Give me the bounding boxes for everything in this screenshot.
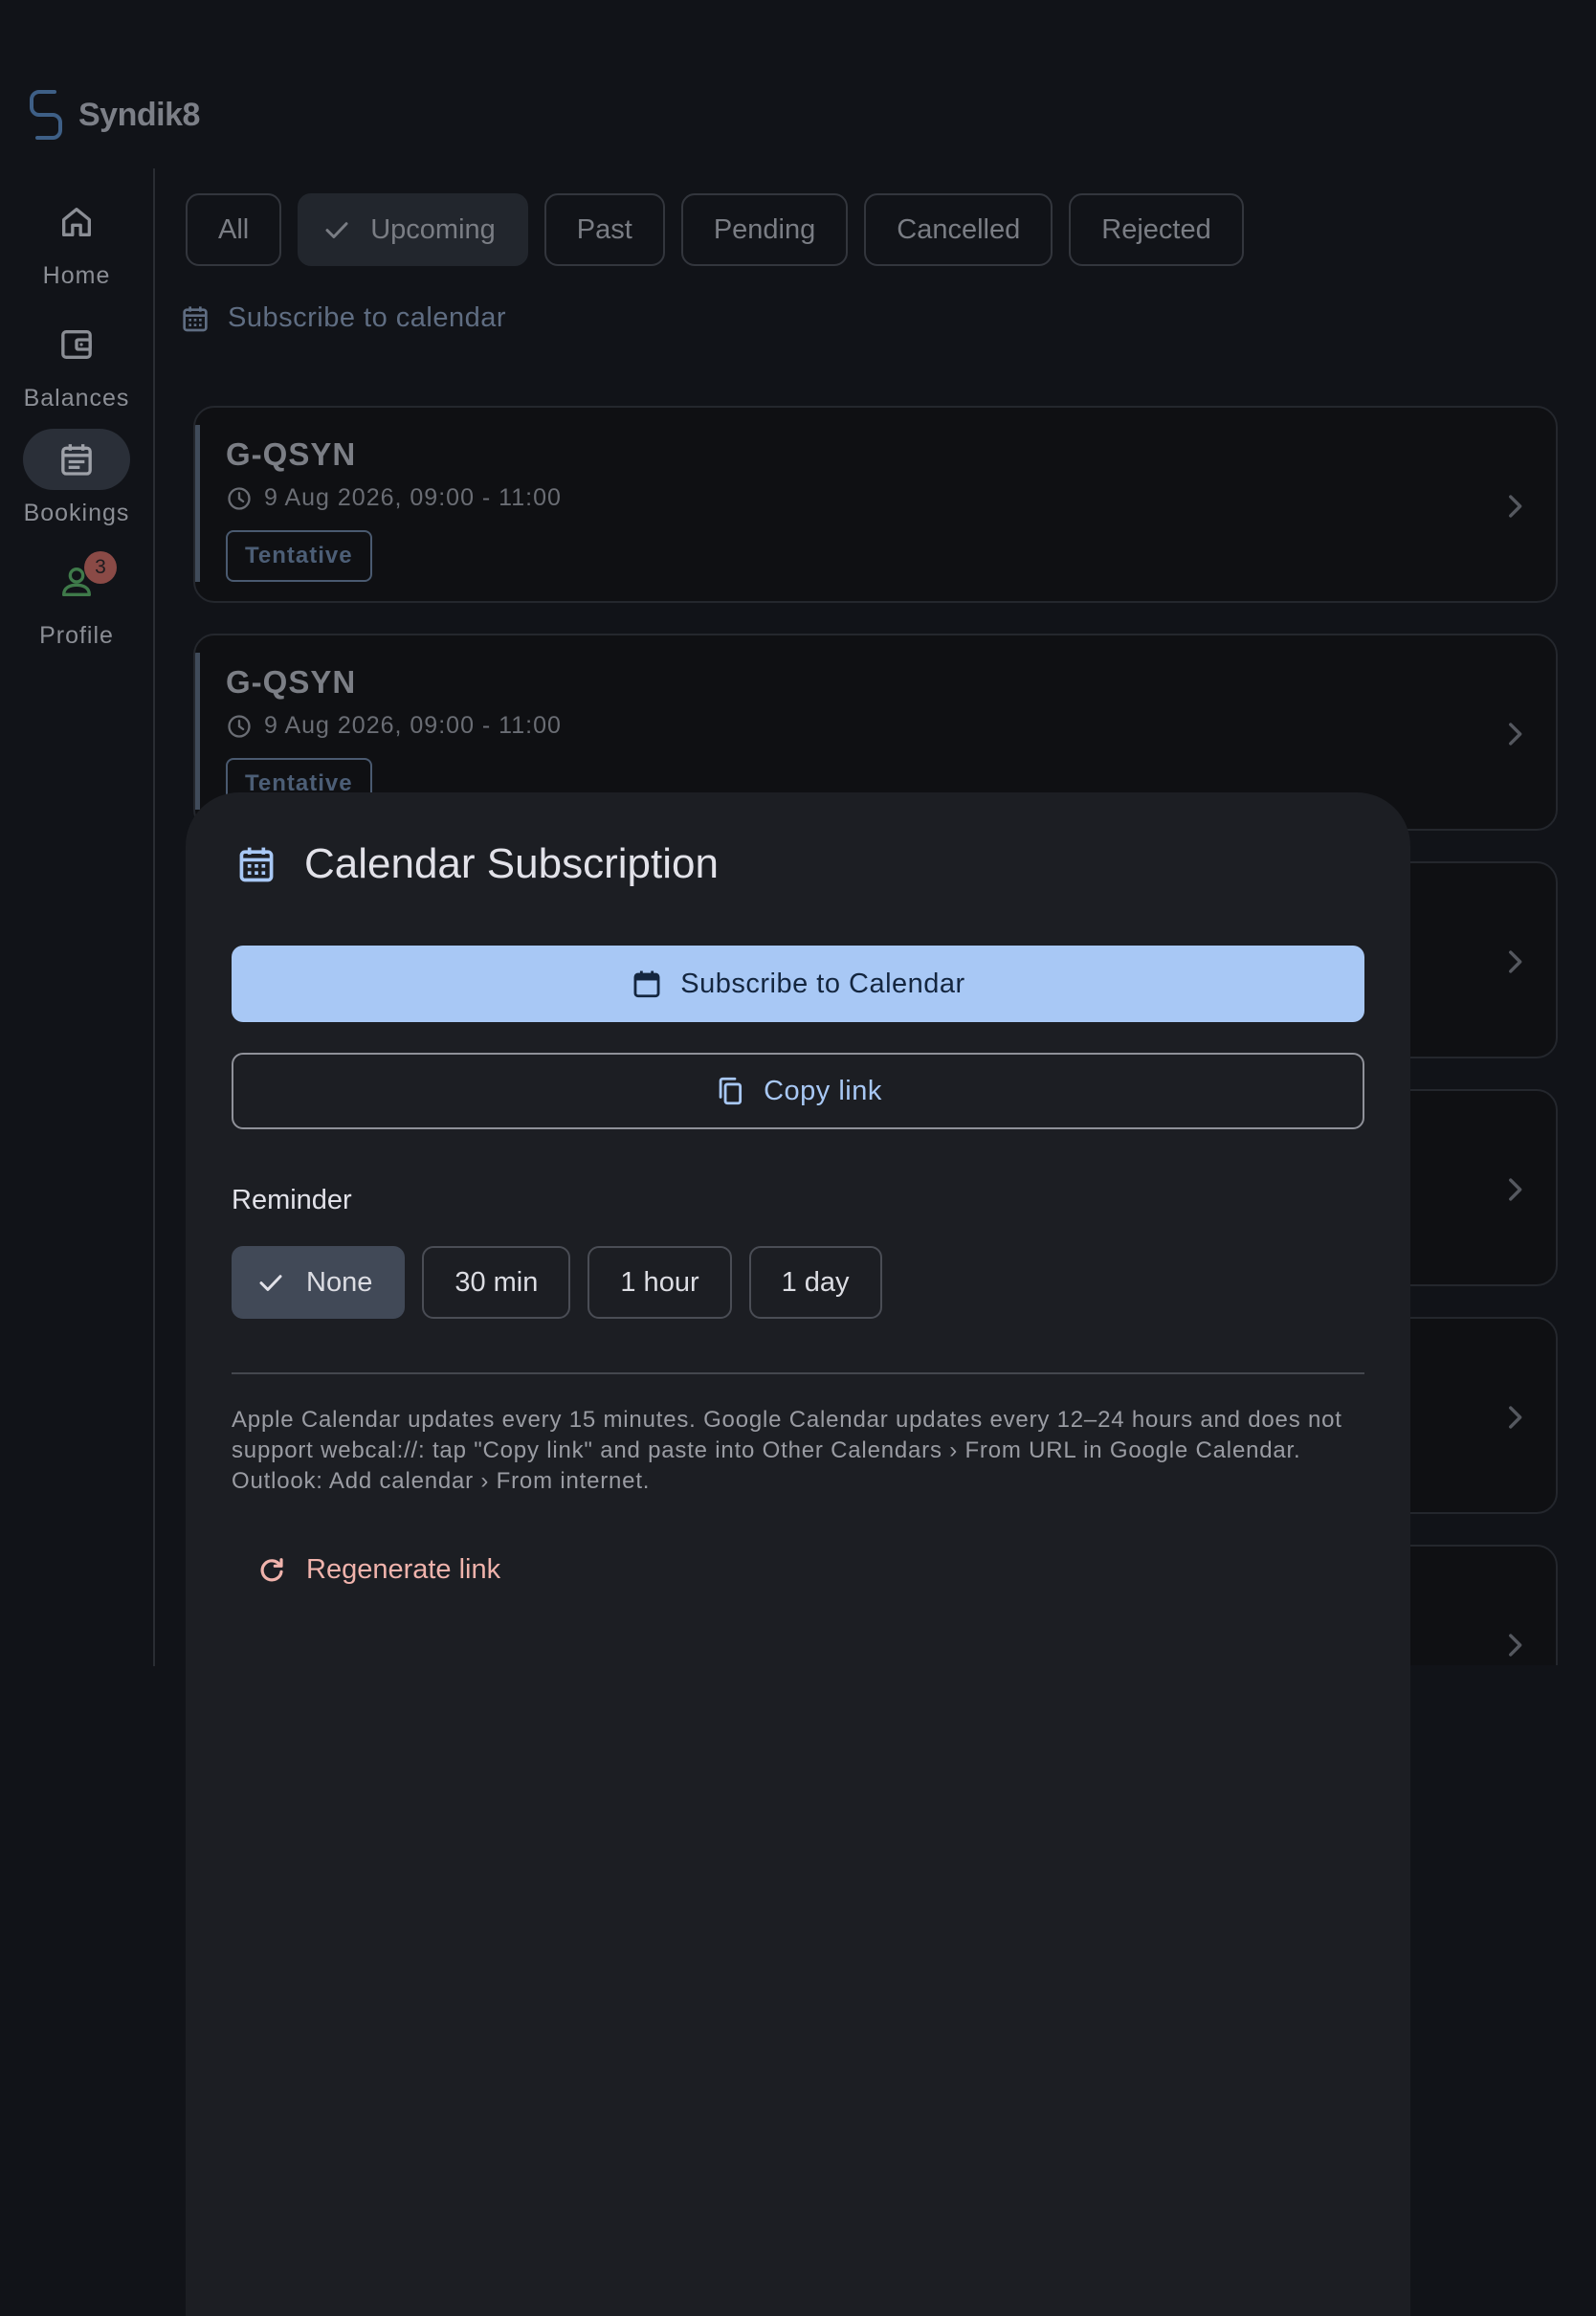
nav-item-balances[interactable]: Balances: [0, 314, 153, 429]
copy-link-button[interactable]: Copy link: [232, 1053, 1364, 1129]
nav-label: Profile: [39, 622, 114, 649]
reminder-label: Reminder: [232, 1185, 352, 1215]
chevron-right-icon: [1509, 1178, 1522, 1201]
subscribe-link-label: Subscribe to calendar: [228, 302, 506, 333]
notification-badge: 3: [84, 551, 117, 584]
booking-time: 9 Aug 2026, 09:00 - 11:00: [226, 712, 562, 740]
nav-label: Bookings: [23, 500, 130, 526]
reminder-options: None 30 min 1 hour 1 day: [232, 1246, 882, 1319]
subscribe-to-calendar-button[interactable]: Subscribe to Calendar: [232, 946, 1364, 1022]
app-name: Syndik8: [78, 96, 200, 133]
calendar-icon: [633, 970, 660, 998]
nav-pill: [23, 191, 130, 253]
check-icon: [325, 222, 348, 238]
chevron-right-icon: [1509, 1406, 1522, 1429]
nav-pill: 3: [23, 551, 130, 612]
filter-chip-rejected[interactable]: Rejected: [1069, 193, 1244, 266]
reminder-chip-30-min[interactable]: 30 min: [422, 1246, 571, 1319]
nav-label: Home: [42, 262, 111, 289]
subscribe-calendar-link[interactable]: Subscribe to calendar: [180, 302, 506, 334]
nav-label: Balances: [23, 385, 130, 412]
calendar-icon: [61, 444, 92, 476]
status-stripe: [195, 653, 200, 810]
app-logo: Syndik8: [29, 88, 200, 142]
calendar-subscription-sheet: Calendar Subscription Subscribe to Calen…: [186, 792, 1410, 2316]
booking-time: 9 Aug 2026, 09:00 - 11:00: [226, 484, 562, 512]
nav-pill-active: [23, 429, 130, 490]
syndik8-logo-icon: [30, 90, 62, 140]
sheet-title-text: Calendar Subscription: [304, 840, 719, 887]
sheet-title: Calendar Subscription: [235, 840, 719, 888]
aircraft-registration: G-QSYN: [226, 436, 357, 472]
nav-item-profile[interactable]: 3 Profile: [0, 551, 153, 666]
regenerate-link-label: Regenerate link: [306, 1554, 501, 1585]
booking-time-text: 9 Aug 2026, 09:00 - 11:00: [264, 484, 562, 511]
wallet-icon: [61, 330, 92, 359]
chevron-right-icon: [1509, 1634, 1522, 1657]
nav-pill: [23, 314, 130, 375]
copy-link-label: Copy link: [764, 1075, 882, 1106]
booking-card[interactable]: G-QSYN 9 Aug 2026, 09:00 - 11:00 Tentati…: [193, 406, 1558, 603]
booking-time-text: 9 Aug 2026, 09:00 - 11:00: [264, 712, 562, 739]
filter-chip-pending[interactable]: Pending: [680, 193, 849, 266]
calendar-month-icon: [183, 305, 208, 331]
check-icon: [259, 1275, 282, 1291]
filter-chip-past[interactable]: Past: [543, 193, 665, 266]
filter-chip-label: Upcoming: [370, 213, 496, 245]
filter-chip-cancelled[interactable]: Cancelled: [864, 193, 1053, 266]
reminder-chip-none[interactable]: None: [232, 1246, 406, 1319]
regenerate-link-button[interactable]: Regenerate link: [256, 1554, 500, 1586]
refresh-icon: [260, 1557, 283, 1581]
navigation-rail: Home Balances Bookings 3 Profile: [0, 168, 155, 1666]
nav-item-bookings[interactable]: Bookings: [0, 429, 153, 544]
subscribe-button-label: Subscribe to Calendar: [680, 968, 965, 999]
booking-filters: All Upcoming Past Pending Cancelled Reje…: [186, 193, 1244, 266]
chevron-right-icon: [1509, 950, 1522, 973]
nav-item-home[interactable]: Home: [0, 191, 153, 306]
home-icon: [62, 208, 92, 236]
filter-chip-upcoming[interactable]: Upcoming: [298, 193, 528, 266]
reminder-chip-label: None: [306, 1266, 373, 1298]
copy-icon: [719, 1077, 743, 1105]
calendar-help-text: Apple Calendar updates every 15 minutes.…: [232, 1407, 1342, 1494]
clock-icon: [228, 486, 251, 510]
filter-chip-all[interactable]: All: [186, 193, 282, 266]
reminder-chip-1-hour[interactable]: 1 hour: [587, 1246, 732, 1319]
reminder-chip-1-day[interactable]: 1 day: [748, 1246, 882, 1319]
aircraft-registration: G-QSYN: [226, 664, 357, 700]
divider: [232, 1372, 1364, 1374]
chevron-right-icon: [1509, 495, 1522, 518]
clock-icon: [228, 714, 251, 738]
app-bar: Syndik8: [0, 0, 1596, 168]
calendar-month-icon: [239, 847, 274, 882]
status-badge: Tentative: [226, 530, 372, 582]
chevron-right-icon: [1509, 723, 1522, 746]
status-stripe: [195, 425, 200, 582]
